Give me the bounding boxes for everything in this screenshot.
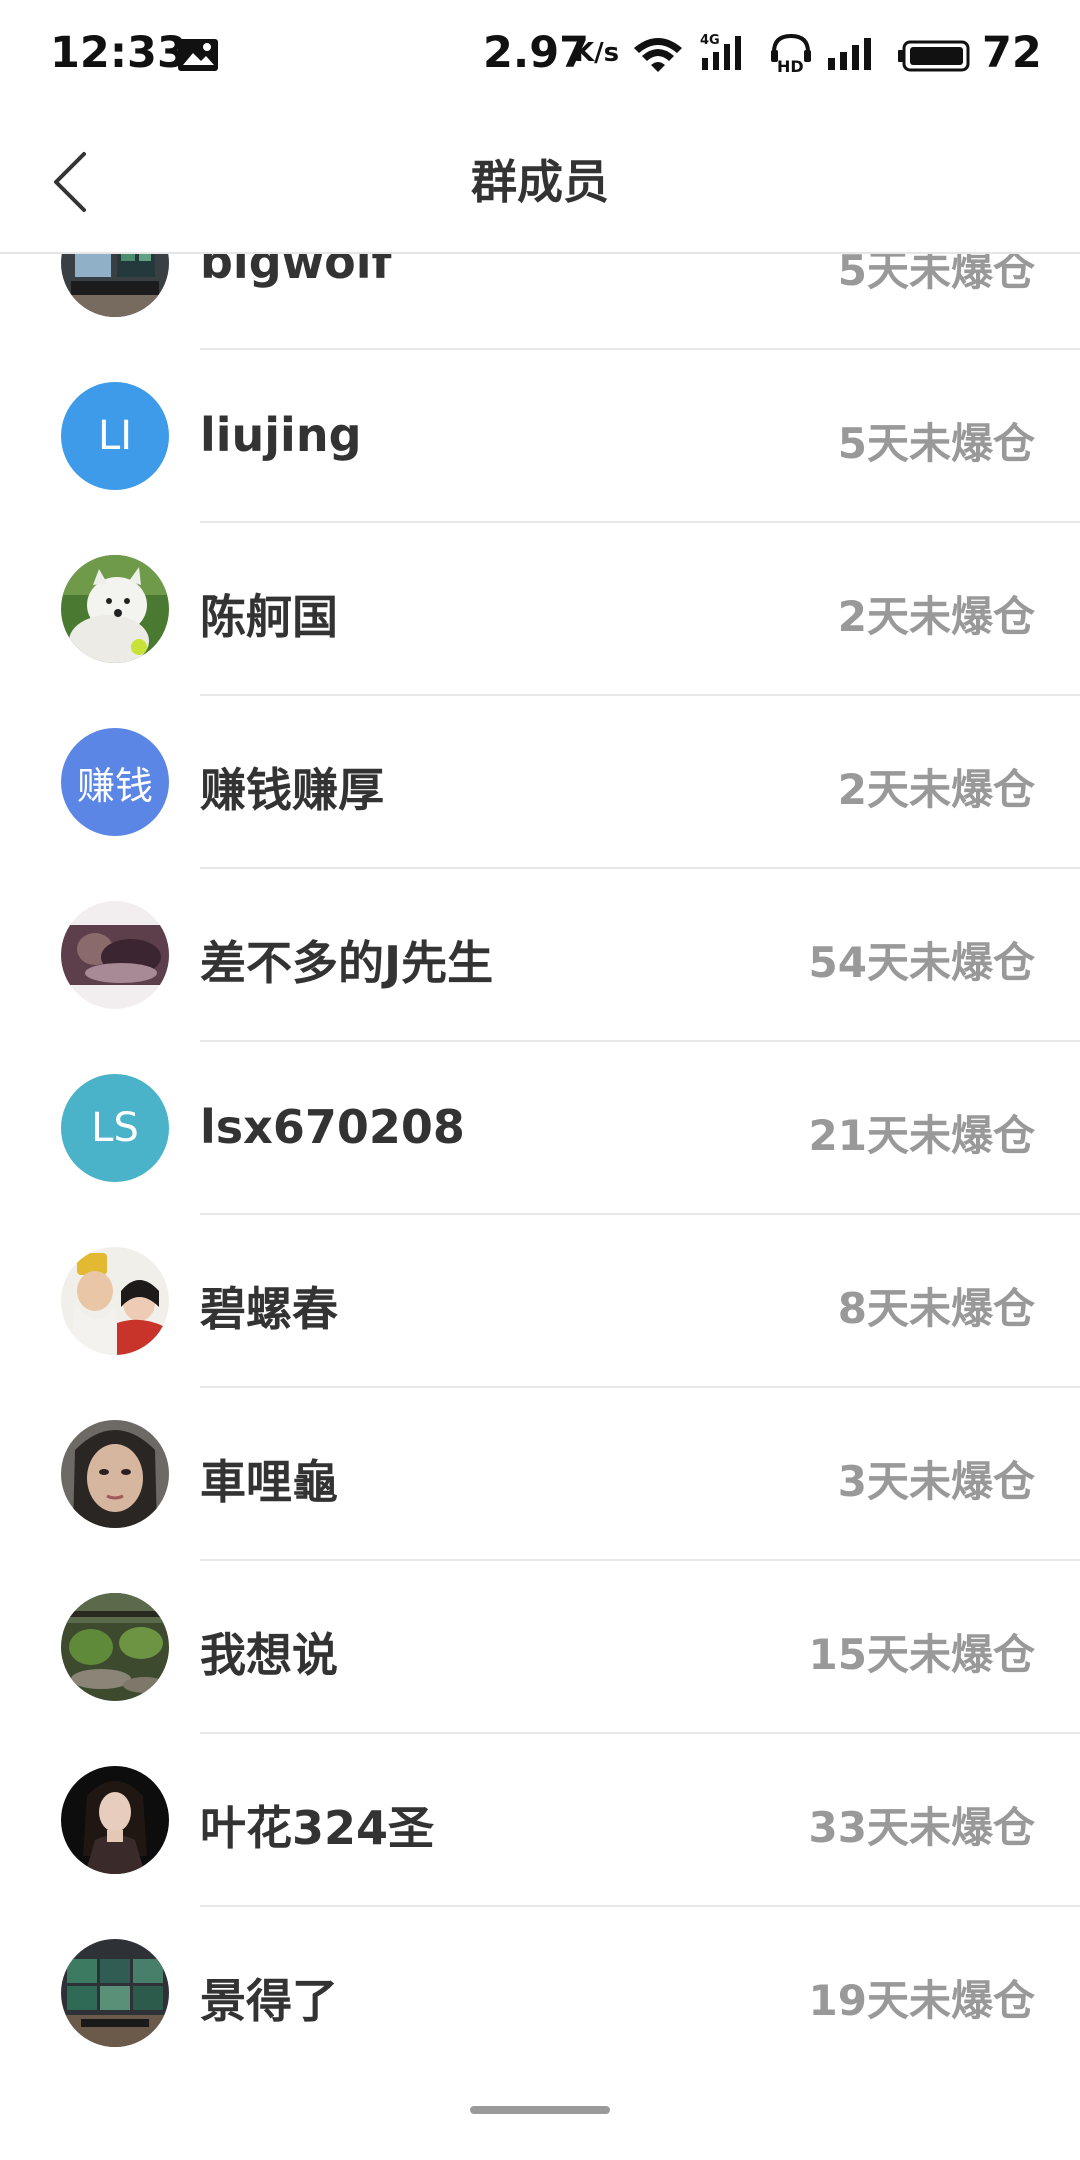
page-title: 群成员 bbox=[471, 155, 609, 209]
member-status: 33天未爆仓 bbox=[808, 1803, 1035, 1852]
list-item[interactable]: 我想说 15天未爆仓 bbox=[0, 1561, 1080, 1734]
member-status: 15天未爆仓 bbox=[808, 1630, 1035, 1679]
avatar-initials: LI bbox=[97, 413, 133, 459]
avatar-initials: LS bbox=[91, 1105, 139, 1151]
avatar[interactable] bbox=[61, 1939, 169, 2047]
member-name: 我想说 bbox=[200, 1628, 338, 1682]
member-status: 2天未爆仓 bbox=[837, 765, 1035, 814]
member-name: 景得了 bbox=[200, 1974, 338, 2028]
svg-text:4G: 4G bbox=[700, 33, 720, 48]
member-status: 8天未爆仓 bbox=[837, 1284, 1035, 1333]
home-indicator[interactable] bbox=[470, 2106, 610, 2114]
list-item[interactable]: 碧螺春 8天未爆仓 bbox=[0, 1215, 1080, 1388]
list-item[interactable]: 車哩龜 3天未爆仓 bbox=[0, 1388, 1080, 1561]
status-bar: 12:33 2.97 K/s 4G HD 72 bbox=[0, 0, 1080, 112]
member-list[interactable]: bigwolf 5天未爆仓 LI liujing 5天未爆仓 陈舸国 2天未爆仓… bbox=[0, 252, 1080, 2092]
battery-icon bbox=[896, 40, 972, 76]
member-status: 5天未爆仓 bbox=[837, 419, 1035, 468]
member-name: 赚钱赚厚 bbox=[200, 763, 384, 817]
list-item[interactable]: 景得了 19天未爆仓 bbox=[0, 1907, 1080, 2080]
wifi-icon bbox=[632, 34, 684, 78]
avatar-initials: 赚钱 bbox=[76, 763, 153, 808]
battery-level: 72 bbox=[982, 28, 1042, 78]
avatar[interactable] bbox=[61, 1420, 169, 1528]
avatar[interactable]: LI bbox=[61, 382, 169, 490]
member-name: 碧螺春 bbox=[200, 1282, 338, 1336]
member-name: 車哩龜 bbox=[200, 1455, 338, 1509]
avatar[interactable] bbox=[61, 252, 169, 317]
list-item[interactable]: 叶花324圣 33天未爆仓 bbox=[0, 1734, 1080, 1907]
signal-4g-icon: 4G bbox=[698, 30, 750, 78]
member-name: liujing bbox=[200, 408, 362, 462]
network-speed-unit: K/s bbox=[574, 38, 620, 68]
member-status: 2天未爆仓 bbox=[837, 592, 1035, 641]
member-name: lsx670208 bbox=[200, 1100, 465, 1154]
list-item[interactable]: bigwolf 5天未爆仓 bbox=[0, 252, 1080, 350]
member-status: 3天未爆仓 bbox=[837, 1457, 1035, 1506]
hd-icon: HD bbox=[768, 30, 814, 78]
avatar[interactable]: LS bbox=[61, 1074, 169, 1182]
list-item[interactable]: LI liujing 5天未爆仓 bbox=[0, 350, 1080, 523]
list-item[interactable]: 赚钱 赚钱赚厚 2天未爆仓 bbox=[0, 696, 1080, 869]
avatar[interactable] bbox=[61, 1593, 169, 1701]
avatar[interactable] bbox=[61, 1766, 169, 1874]
member-name: 陈舸国 bbox=[200, 590, 338, 644]
avatar[interactable] bbox=[61, 901, 169, 1009]
avatar[interactable]: 赚钱 bbox=[61, 728, 169, 836]
member-status: 5天未爆仓 bbox=[837, 252, 1035, 295]
member-status: 19天未爆仓 bbox=[808, 1976, 1035, 2025]
member-name: 叶花324圣 bbox=[200, 1801, 435, 1855]
list-item[interactable]: 差不多的J先生 54天未爆仓 bbox=[0, 869, 1080, 1042]
signal-icon bbox=[826, 36, 876, 76]
avatar[interactable] bbox=[61, 555, 169, 663]
navigation-header: 群成员 bbox=[0, 112, 1080, 254]
member-status: 21天未爆仓 bbox=[808, 1111, 1035, 1160]
member-name: bigwolf bbox=[200, 252, 392, 289]
list-item[interactable]: 陈舸国 2天未爆仓 bbox=[0, 523, 1080, 696]
svg-text:HD: HD bbox=[777, 57, 804, 74]
status-time: 12:33 bbox=[50, 28, 187, 78]
image-notification-icon bbox=[177, 38, 219, 76]
member-status: 54天未爆仓 bbox=[808, 938, 1035, 987]
list-item[interactable]: LS lsx670208 21天未爆仓 bbox=[0, 1042, 1080, 1215]
avatar[interactable] bbox=[61, 1247, 169, 1355]
member-name: 差不多的J先生 bbox=[200, 936, 494, 990]
